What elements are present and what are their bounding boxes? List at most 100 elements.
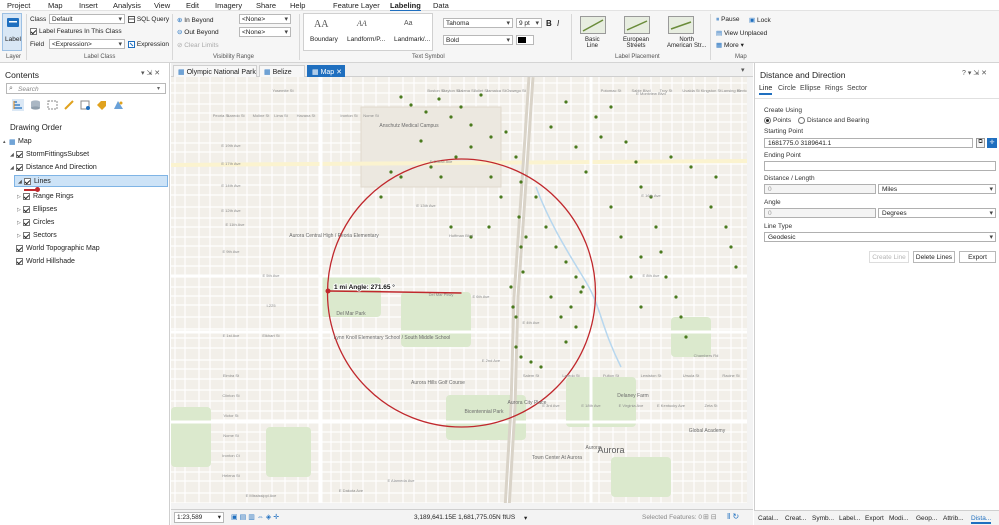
style-landform[interactable]: Landform/P... xyxy=(347,36,385,43)
list-by-labeling-icon[interactable] xyxy=(96,100,107,110)
map-view[interactable]: Anschutz Medical Campus Aurora Central Hi… xyxy=(171,77,753,509)
ending-point-input[interactable] xyxy=(764,161,996,171)
list-by-perspective-icon[interactable] xyxy=(113,100,124,110)
tab-sector[interactable]: Sector xyxy=(847,85,867,92)
tab-rings[interactable]: Rings xyxy=(825,85,843,92)
sql-query-button[interactable]: SQL Query xyxy=(128,16,169,23)
create-line-button[interactable]: Create Line xyxy=(869,251,909,263)
label-toggle-button[interactable]: Label xyxy=(2,13,22,51)
view-unplaced-button[interactable]: ▤ View Unplaced xyxy=(716,29,767,37)
list-by-editing-icon[interactable] xyxy=(64,100,75,110)
visibility-checkbox[interactable] xyxy=(16,151,23,158)
field-dropdown[interactable]: <Expression> xyxy=(49,39,125,49)
visibility-checkbox[interactable] xyxy=(16,164,23,171)
min-scale-dropdown[interactable]: <None> xyxy=(239,27,291,37)
pause-drawing-icon[interactable]: ‖ ↻ xyxy=(727,512,739,521)
menu-data[interactable]: Data xyxy=(433,1,449,10)
starting-point-input[interactable]: 1681775.0 3189641.1 xyxy=(764,138,973,148)
navigation-tools-icon[interactable]: ▣▤▥⇔◈✛ xyxy=(231,513,281,521)
font-name-dropdown[interactable]: Tahoma xyxy=(443,18,513,28)
menu-insert[interactable]: Insert xyxy=(79,1,98,10)
tab-label-class[interactable]: Label... xyxy=(839,515,860,522)
layer-row-map[interactable]: ▴ ▦ Map xyxy=(0,136,169,148)
menu-project[interactable]: Project xyxy=(7,1,30,10)
layer-row-range-rings[interactable]: ▷ Range Rings xyxy=(0,191,169,203)
menu-edit[interactable]: Edit xyxy=(186,1,199,10)
visibility-checkbox[interactable] xyxy=(23,232,30,239)
tab-olympic-national-park[interactable]: ▦ Olympic National Park xyxy=(173,65,257,77)
tab-ellipse[interactable]: Ellipse xyxy=(800,85,821,92)
style-landmark[interactable]: Landmark/... xyxy=(394,36,430,43)
label-features-checkbox[interactable]: Label Features In This Class xyxy=(30,28,122,35)
list-by-snapping-icon[interactable] xyxy=(80,100,91,110)
close-icon[interactable]: ✕ xyxy=(336,69,342,76)
layer-row-lines[interactable]: ◢ Lines xyxy=(14,175,168,187)
list-by-source-icon[interactable] xyxy=(30,100,41,110)
layer-row-world-topographic-map[interactable]: World Topographic Map xyxy=(0,243,169,255)
list-by-selection-icon[interactable] xyxy=(47,100,58,110)
scale-dropdown[interactable]: 1:23,589 ▾ xyxy=(174,512,224,523)
font-size-dropdown[interactable]: 9 pt xyxy=(516,18,542,28)
font-color-picker[interactable] xyxy=(516,35,534,45)
expression-button[interactable]: Expression xyxy=(128,41,169,48)
visibility-checkbox[interactable] xyxy=(24,178,31,185)
tab-create-features[interactable]: Creat... xyxy=(785,515,806,522)
selection-tools-icon[interactable]: ⊞ ⊟ xyxy=(703,513,717,521)
tab-belize[interactable]: ▦ Belize xyxy=(259,65,305,77)
menu-analysis[interactable]: Analysis xyxy=(113,1,141,10)
visibility-checkbox[interactable] xyxy=(23,219,30,226)
out-beyond-button[interactable]: ⊖ Out Beyond xyxy=(177,28,219,36)
clear-limits-button[interactable]: ⊘ Clear Limits xyxy=(177,41,219,49)
list-by-drawing-order-icon[interactable] xyxy=(12,99,24,111)
add-point-icon[interactable]: ✛ xyxy=(987,138,997,148)
expand-icon[interactable]: ▷ xyxy=(17,220,21,226)
tab-line[interactable]: Line xyxy=(759,85,773,95)
layer-row-stormfittingssubset[interactable]: ◢ StormFittingsSubset xyxy=(0,149,169,161)
visibility-checkbox[interactable] xyxy=(16,245,23,252)
menu-view[interactable]: View xyxy=(154,1,170,10)
more-button[interactable]: ▦ More ▾ xyxy=(716,41,744,49)
lock-button[interactable]: ▣ Lock xyxy=(749,16,771,24)
distance-input[interactable]: 0 xyxy=(764,184,876,194)
expand-icon[interactable]: ◢ xyxy=(10,152,14,158)
expand-icon[interactable]: ▷ xyxy=(17,207,21,213)
layer-row-distance-and-direction[interactable]: ◢ Distance And Direction xyxy=(0,162,169,174)
expand-icon[interactable]: ◢ xyxy=(10,165,14,171)
basic-line-placement[interactable] xyxy=(580,16,606,34)
in-beyond-button[interactable]: ⊕ In Beyond xyxy=(177,16,214,24)
visibility-checkbox[interactable] xyxy=(23,193,30,200)
radio-points[interactable]: Points xyxy=(764,117,791,124)
tab-distance-direction[interactable]: Dista... xyxy=(971,515,992,524)
layer-row-circles[interactable]: ▷ Circles xyxy=(0,217,169,229)
menu-share[interactable]: Share xyxy=(256,1,276,10)
tab-geoprocessing[interactable]: Geop... xyxy=(916,515,937,522)
delete-lines-button[interactable]: Delete Lines xyxy=(913,251,955,263)
expand-icon[interactable]: ◢ xyxy=(18,179,22,185)
export-button[interactable]: Export xyxy=(959,251,996,263)
north-american-placement[interactable] xyxy=(668,16,694,34)
tab-map[interactable]: ▦ Map ✕ xyxy=(307,65,345,77)
max-scale-dropdown[interactable]: <None> xyxy=(239,14,291,24)
angle-input[interactable]: 0 xyxy=(764,208,876,218)
class-dropdown[interactable]: Default xyxy=(49,14,125,24)
layer-row-sectors[interactable]: ▷ Sectors xyxy=(0,230,169,242)
visibility-checkbox[interactable] xyxy=(16,258,23,265)
menu-imagery[interactable]: Imagery xyxy=(215,1,242,10)
visibility-checkbox[interactable] xyxy=(23,206,30,213)
european-streets-placement[interactable] xyxy=(624,16,650,34)
tab-catalog[interactable]: Catal... xyxy=(758,515,779,522)
italic-button[interactable]: I xyxy=(557,19,559,28)
tab-attributes[interactable]: Attrib... xyxy=(943,515,964,522)
distance-unit-dropdown[interactable]: Miles xyxy=(878,184,996,194)
expand-icon[interactable]: ▷ xyxy=(17,233,21,239)
menu-feature-layer[interactable]: Feature Layer xyxy=(333,1,380,10)
menu-help[interactable]: Help xyxy=(290,1,305,10)
tab-export[interactable]: Export xyxy=(865,515,884,522)
expand-icon[interactable]: ▴ xyxy=(3,139,6,145)
search-box[interactable]: ⌕ Search ▾ xyxy=(6,83,166,94)
search-dropdown-icon[interactable]: ▾ xyxy=(157,85,160,92)
coord-dropdown-icon[interactable]: ▾ xyxy=(524,514,527,522)
style-boundary[interactable]: Boundary xyxy=(310,36,338,43)
line-type-dropdown[interactable]: Geodesic xyxy=(764,232,996,242)
tab-modify[interactable]: Modi... xyxy=(889,515,909,522)
